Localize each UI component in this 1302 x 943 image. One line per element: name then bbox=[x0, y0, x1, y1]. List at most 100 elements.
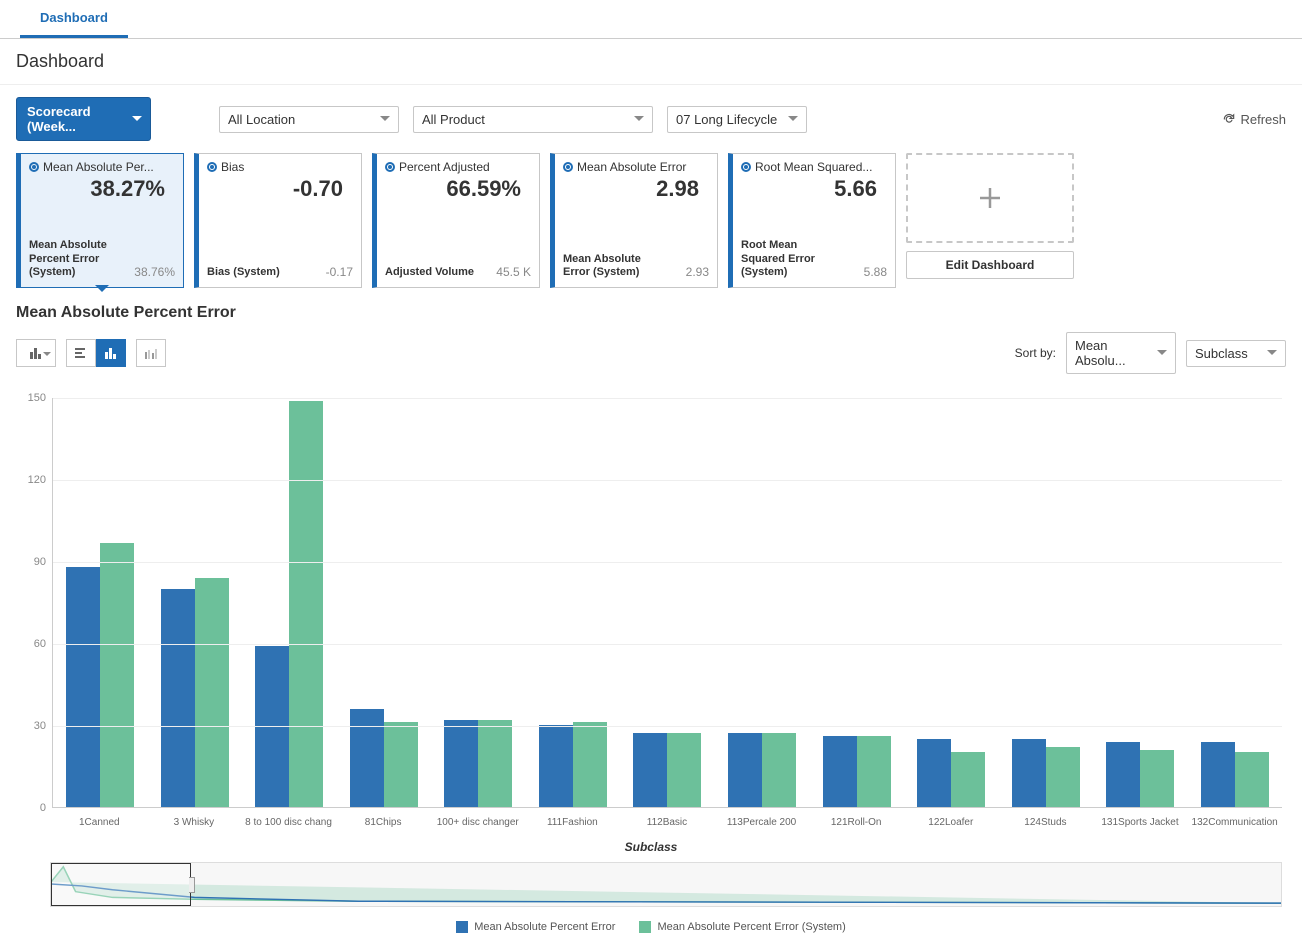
metric-card[interactable]: Mean Absolute Error 2.98 Mean Absolute E… bbox=[550, 153, 718, 288]
legend-label: Mean Absolute Percent Error bbox=[474, 921, 615, 933]
bar-series2[interactable] bbox=[951, 752, 985, 807]
dimension-dropdown[interactable]: Subclass bbox=[1186, 340, 1286, 367]
bar-series2[interactable] bbox=[195, 578, 229, 807]
chevron-down-icon bbox=[788, 116, 798, 126]
bar-series2[interactable] bbox=[1046, 747, 1080, 807]
x-tick-label: 112Basic bbox=[620, 817, 715, 828]
metric-card[interactable]: Percent Adjusted 66.59% Adjusted Volume … bbox=[372, 153, 540, 288]
selected-caret-icon bbox=[95, 285, 109, 299]
radio-icon bbox=[207, 162, 217, 172]
card-value: 38.27% bbox=[29, 174, 175, 202]
lifecycle-value: 07 Long Lifecycle bbox=[676, 112, 777, 127]
chart-type-dropdown[interactable] bbox=[16, 339, 56, 367]
bar-group bbox=[337, 398, 432, 807]
chevron-down-icon bbox=[634, 116, 644, 126]
y-tick-label: 30 bbox=[34, 720, 46, 732]
bar-group bbox=[526, 398, 621, 807]
bar-series1[interactable] bbox=[823, 736, 857, 807]
grid-line bbox=[53, 480, 1282, 481]
bar-series2[interactable] bbox=[384, 722, 418, 807]
view-list-button[interactable] bbox=[66, 339, 96, 367]
toolbar: Scorecard (Week... All Location All Prod… bbox=[0, 85, 1302, 153]
bar-group bbox=[53, 398, 148, 807]
card-value: -0.70 bbox=[207, 174, 353, 202]
card-sub-value: 5.88 bbox=[864, 265, 887, 279]
card-title-text: Percent Adjusted bbox=[399, 160, 490, 174]
bar-series1[interactable] bbox=[633, 733, 667, 807]
bar-group bbox=[1093, 398, 1188, 807]
edit-dashboard-button[interactable]: Edit Dashboard bbox=[906, 251, 1074, 279]
x-tick-label: 122Loafer bbox=[903, 817, 998, 828]
bar-series1[interactable] bbox=[1106, 742, 1140, 807]
y-axis: 0306090120150 bbox=[20, 398, 50, 808]
product-dropdown[interactable]: All Product bbox=[413, 106, 653, 133]
overview-sparkline bbox=[51, 863, 1281, 906]
card-sub-label: Mean Absolute Percent Error (System) bbox=[29, 239, 128, 279]
grouped-bar-icon bbox=[144, 346, 158, 360]
card-value: 66.59% bbox=[385, 174, 531, 202]
card-sub-label: Adjusted Volume bbox=[385, 266, 474, 279]
refresh-button[interactable]: Refresh bbox=[1222, 112, 1286, 127]
card-sub-label: Root Mean Squared Error (System) bbox=[741, 239, 841, 279]
metric-card[interactable]: Root Mean Squared... 5.66 Root Mean Squa… bbox=[728, 153, 896, 288]
bar-group bbox=[809, 398, 904, 807]
x-axis-title: Subclass bbox=[0, 840, 1302, 854]
metric-card[interactable]: Mean Absolute Per... 38.27% Mean Absolut… bbox=[16, 153, 184, 288]
legend: Mean Absolute Percent Error Mean Absolut… bbox=[0, 907, 1302, 943]
y-tick-label: 150 bbox=[28, 392, 46, 404]
card-title-text: Mean Absolute Error bbox=[577, 160, 686, 174]
bar-series2[interactable] bbox=[857, 736, 891, 807]
legend-swatch bbox=[639, 921, 651, 933]
add-card-button[interactable] bbox=[906, 153, 1074, 243]
card-sub-value: 2.93 bbox=[686, 265, 709, 279]
bar-series2[interactable] bbox=[667, 733, 701, 807]
x-tick-label: 81Chips bbox=[336, 817, 431, 828]
tab-dashboard[interactable]: Dashboard bbox=[20, 0, 128, 38]
bar-series2[interactable] bbox=[1235, 752, 1269, 807]
x-tick-label: 1Canned bbox=[52, 817, 147, 828]
bar-series1[interactable] bbox=[1201, 742, 1235, 807]
x-labels: 1Canned3 Whisky8 to 100 disc chang81Chip… bbox=[52, 817, 1282, 828]
overview-scroller[interactable] bbox=[50, 862, 1282, 907]
bar-series2[interactable] bbox=[762, 733, 796, 807]
bar-series1[interactable] bbox=[917, 739, 951, 807]
bar-series2[interactable] bbox=[478, 720, 512, 807]
bar-series2[interactable] bbox=[289, 401, 323, 807]
y-tick-label: 60 bbox=[34, 638, 46, 650]
y-tick-label: 90 bbox=[34, 556, 46, 568]
view-grouped-button[interactable] bbox=[136, 339, 166, 367]
bar-chart-icon bbox=[29, 346, 43, 360]
card-value: 2.98 bbox=[563, 174, 709, 202]
bar-series2[interactable] bbox=[573, 722, 607, 807]
bar-group bbox=[998, 398, 1093, 807]
bar-series1[interactable] bbox=[350, 709, 384, 807]
metric-card[interactable]: Bias -0.70 Bias (System) -0.17 bbox=[194, 153, 362, 288]
bar-group bbox=[620, 398, 715, 807]
bar-series1[interactable] bbox=[728, 733, 762, 807]
legend-swatch bbox=[456, 921, 468, 933]
bar-series1[interactable] bbox=[66, 567, 100, 807]
dimension-value: Subclass bbox=[1195, 346, 1248, 361]
bar-series2[interactable] bbox=[100, 543, 134, 807]
bar-chart-icon bbox=[104, 346, 118, 360]
bar-series1[interactable] bbox=[161, 589, 195, 807]
grid-line bbox=[53, 726, 1282, 727]
view-bar-button[interactable] bbox=[96, 339, 126, 367]
bar-series1[interactable] bbox=[539, 725, 573, 807]
lifecycle-dropdown[interactable]: 07 Long Lifecycle bbox=[667, 106, 807, 133]
radio-icon bbox=[385, 162, 395, 172]
scorecard-dropdown[interactable]: Scorecard (Week... bbox=[16, 97, 151, 141]
metric-cards: Mean Absolute Per... 38.27% Mean Absolut… bbox=[0, 153, 1302, 288]
bar-group bbox=[148, 398, 243, 807]
bar-series1[interactable] bbox=[1012, 739, 1046, 807]
location-dropdown[interactable]: All Location bbox=[219, 106, 399, 133]
chevron-down-icon bbox=[1157, 350, 1167, 360]
x-tick-label: 121Roll-On bbox=[809, 817, 904, 828]
bar-group bbox=[1187, 398, 1282, 807]
sort-by-dropdown[interactable]: Mean Absolu... bbox=[1066, 332, 1176, 374]
overview-selection-handle[interactable] bbox=[51, 863, 191, 906]
bar-series2[interactable] bbox=[1140, 750, 1174, 807]
bar-series1[interactable] bbox=[444, 720, 478, 807]
y-tick-label: 120 bbox=[28, 474, 46, 486]
sort-by-label: Sort by: bbox=[1015, 346, 1056, 360]
